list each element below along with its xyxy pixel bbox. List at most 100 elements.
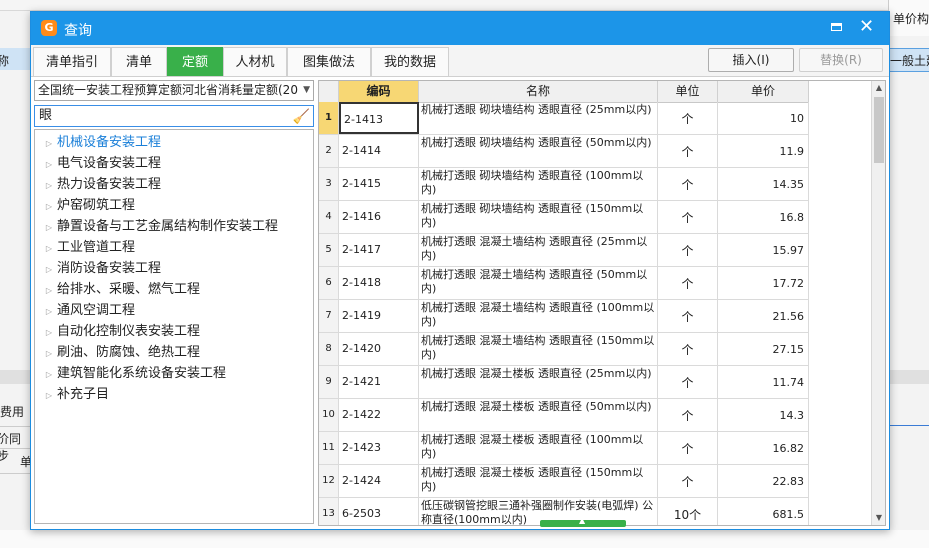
code-cell[interactable]: 6-2503 bbox=[339, 498, 419, 525]
expand-arrow-icon[interactable]: ▷ bbox=[41, 343, 57, 364]
name-cell[interactable]: 机械打透眼 砌块墙结构 透眼直径 (150mm以内) bbox=[419, 201, 658, 233]
price-cell[interactable]: 17.72 bbox=[718, 267, 809, 299]
table-row[interactable]: 12 2-1424 机械打透眼 混凝土楼板 透眼直径 (150mm以内) 个 22.83 bbox=[319, 465, 809, 498]
expand-arrow-icon[interactable]: ▷ bbox=[41, 280, 57, 301]
name-cell[interactable]: 机械打透眼 混凝土墙结构 透眼直径 (25mm以内) bbox=[419, 234, 658, 266]
name-cell[interactable]: 机械打透眼 砌块墙结构 透眼直径 (25mm以内) bbox=[419, 102, 658, 134]
background-fee-tab[interactable]: 费用 bbox=[0, 400, 30, 422]
row-index[interactable]: 9 bbox=[319, 366, 339, 398]
table-row[interactable]: 5 2-1417 机械打透眼 混凝土墙结构 透眼直径 (25mm以内) 个 15.97 bbox=[319, 234, 809, 267]
scroll-up-icon[interactable]: ▲ bbox=[872, 81, 885, 95]
code-cell[interactable]: 2-1424 bbox=[339, 465, 419, 497]
expand-arrow-icon[interactable]: ▷ bbox=[41, 133, 57, 154]
table-row[interactable]: 2 2-1414 机械打透眼 砌块墙结构 透眼直径 (50mm以内) 个 11.9 bbox=[319, 135, 809, 168]
dropdown-arrow-icon[interactable]: ▼ bbox=[303, 81, 310, 100]
row-index[interactable]: 1 bbox=[319, 102, 339, 134]
tree-item[interactable]: ▷ 给排水、采暖、燃气工程 bbox=[35, 279, 200, 300]
code-cell[interactable]: 2-1416 bbox=[339, 201, 419, 233]
unit-cell[interactable]: 10个 bbox=[658, 498, 718, 525]
tab-bill[interactable]: 清单 bbox=[111, 47, 167, 76]
tree-item[interactable]: ▷ 补充子目 bbox=[35, 384, 109, 405]
expand-arrow-icon[interactable]: ▷ bbox=[41, 175, 57, 196]
grid-scrollbar[interactable]: ▲ ▼ bbox=[871, 81, 885, 525]
row-index[interactable]: 13 bbox=[319, 498, 339, 525]
unit-cell[interactable]: 个 bbox=[658, 366, 718, 398]
price-cell[interactable]: 16.82 bbox=[718, 432, 809, 464]
code-cell[interactable]: 2-1418 bbox=[339, 267, 419, 299]
expand-arrow-icon[interactable]: ▷ bbox=[41, 385, 57, 406]
row-index[interactable]: 12 bbox=[319, 465, 339, 497]
unit-cell[interactable]: 个 bbox=[658, 234, 718, 266]
unit-cell[interactable]: 个 bbox=[658, 135, 718, 167]
code-cell[interactable]: 2-1415 bbox=[339, 168, 419, 200]
dialog-titlebar[interactable]: G 查询 ✕ bbox=[31, 12, 889, 45]
name-cell[interactable]: 机械打透眼 砌块墙结构 透眼直径 (100mm以内) bbox=[419, 168, 658, 200]
tree-item[interactable]: ▷ 消防设备安装工程 bbox=[35, 258, 161, 279]
insert-button[interactable]: 插入(I) bbox=[708, 48, 794, 72]
unit-cell[interactable]: 个 bbox=[658, 432, 718, 464]
expand-arrow-icon[interactable]: ▷ bbox=[41, 217, 57, 238]
unit-cell[interactable]: 个 bbox=[658, 333, 718, 365]
price-cell[interactable]: 27.15 bbox=[718, 333, 809, 365]
unit-cell[interactable]: 个 bbox=[658, 201, 718, 233]
unit-cell[interactable]: 个 bbox=[658, 399, 718, 431]
row-index[interactable]: 6 bbox=[319, 267, 339, 299]
name-cell[interactable]: 机械打透眼 混凝土楼板 透眼直径 (25mm以内) bbox=[419, 366, 658, 398]
expand-arrow-icon[interactable]: ▷ bbox=[41, 196, 57, 217]
name-cell[interactable]: 机械打透眼 混凝土墙结构 透眼直径 (100mm以内) bbox=[419, 300, 658, 332]
search-input[interactable]: 眼 🧹 bbox=[34, 105, 314, 127]
unit-cell[interactable]: 个 bbox=[658, 168, 718, 200]
panel-splitter-handle[interactable]: ▲ bbox=[540, 516, 626, 527]
code-cell[interactable]: 2-1413 bbox=[339, 102, 419, 134]
maximize-icon[interactable] bbox=[831, 23, 842, 31]
price-cell[interactable]: 14.35 bbox=[718, 168, 809, 200]
name-cell[interactable]: 机械打透眼 混凝土墙结构 透眼直径 (150mm以内) bbox=[419, 333, 658, 365]
expand-arrow-icon[interactable]: ▷ bbox=[41, 259, 57, 280]
table-row[interactable]: 6 2-1418 机械打透眼 混凝土墙结构 透眼直径 (50mm以内) 个 17.72 bbox=[319, 267, 809, 300]
table-row[interactable]: 8 2-1420 机械打透眼 混凝土墙结构 透眼直径 (150mm以内) 个 27.15 bbox=[319, 333, 809, 366]
expand-arrow-icon[interactable]: ▷ bbox=[41, 322, 57, 343]
name-cell[interactable]: 机械打透眼 混凝土楼板 透眼直径 (150mm以内) bbox=[419, 465, 658, 497]
tab-quota[interactable]: 定额 bbox=[167, 47, 223, 76]
name-cell[interactable]: 机械打透眼 混凝土楼板 透眼直径 (100mm以内) bbox=[419, 432, 658, 464]
price-cell[interactable]: 21.56 bbox=[718, 300, 809, 332]
background-sync-tab[interactable]: 价同步 bbox=[0, 426, 30, 463]
close-icon[interactable]: ✕ bbox=[859, 16, 874, 37]
table-row[interactable]: 9 2-1421 机械打透眼 混凝土楼板 透眼直径 (25mm以内) 个 11.74 bbox=[319, 366, 809, 399]
row-index[interactable]: 2 bbox=[319, 135, 339, 167]
price-cell[interactable]: 681.5 bbox=[718, 498, 809, 525]
expand-arrow-icon[interactable]: ▷ bbox=[41, 154, 57, 175]
tree-item[interactable]: ▷ 热力设备安装工程 bbox=[35, 174, 161, 195]
tab-labor-material-machine[interactable]: 人材机 bbox=[223, 47, 287, 76]
price-cell[interactable]: 22.83 bbox=[718, 465, 809, 497]
row-index[interactable]: 11 bbox=[319, 432, 339, 464]
column-header-name[interactable]: 名称 bbox=[419, 81, 658, 102]
scroll-thumb[interactable] bbox=[874, 97, 884, 163]
tree-item[interactable]: ▷ 自动化控制仪表安装工程 bbox=[35, 321, 200, 342]
tree-item[interactable]: ▷ 机械设备安装工程 bbox=[35, 132, 161, 153]
tab-bill-guide[interactable]: 清单指引 bbox=[33, 47, 111, 76]
name-cell[interactable]: 机械打透眼 砌块墙结构 透眼直径 (50mm以内) bbox=[419, 135, 658, 167]
name-cell[interactable]: 机械打透眼 混凝土楼板 透眼直径 (50mm以内) bbox=[419, 399, 658, 431]
tree-item[interactable]: ▷ 工业管道工程 bbox=[35, 237, 135, 258]
replace-button[interactable]: 替换(R) bbox=[799, 48, 883, 72]
table-row[interactable]: 11 2-1423 机械打透眼 混凝土楼板 透眼直径 (100mm以内) 个 16.82 bbox=[319, 432, 809, 465]
tree-item[interactable]: ▷ 静置设备与工艺金属结构制作安装工程 bbox=[35, 216, 278, 237]
scroll-down-icon[interactable]: ▼ bbox=[872, 511, 885, 525]
name-cell[interactable]: 机械打透眼 混凝土墙结构 透眼直径 (50mm以内) bbox=[419, 267, 658, 299]
table-row[interactable]: 3 2-1415 机械打透眼 砌块墙结构 透眼直径 (100mm以内) 个 14.35 bbox=[319, 168, 809, 201]
price-cell[interactable]: 11.74 bbox=[718, 366, 809, 398]
unit-cell[interactable]: 个 bbox=[658, 102, 718, 134]
expand-arrow-icon[interactable]: ▷ bbox=[41, 364, 57, 385]
table-row[interactable]: 4 2-1416 机械打透眼 砌块墙结构 透眼直径 (150mm以内) 个 16.8 bbox=[319, 201, 809, 234]
code-cell[interactable]: 2-1422 bbox=[339, 399, 419, 431]
price-cell[interactable]: 11.9 bbox=[718, 135, 809, 167]
column-header-price[interactable]: 单价 bbox=[718, 81, 809, 102]
unit-cell[interactable]: 个 bbox=[658, 300, 718, 332]
row-index[interactable]: 4 bbox=[319, 201, 339, 233]
tree-item[interactable]: ▷ 通风空调工程 bbox=[35, 300, 135, 321]
price-cell[interactable]: 10 bbox=[718, 102, 809, 134]
row-index[interactable]: 10 bbox=[319, 399, 339, 431]
price-cell[interactable]: 16.8 bbox=[718, 201, 809, 233]
code-cell[interactable]: 2-1423 bbox=[339, 432, 419, 464]
